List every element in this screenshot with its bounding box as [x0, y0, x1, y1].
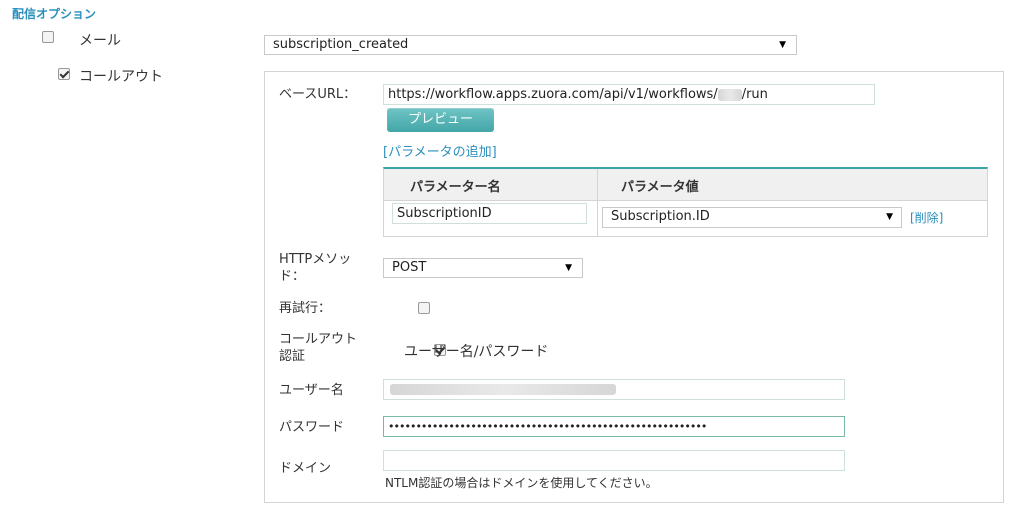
table-header: パラメーター名 パラメータ値 [384, 169, 987, 200]
column-header-param-value: パラメータ値 [621, 180, 699, 195]
base-url-input[interactable]: https://workflow.apps.zuora.com/api/v1/w… [383, 84, 875, 105]
param-name-input[interactable]: SubscriptionID [392, 203, 587, 224]
column-divider [597, 169, 598, 237]
retry-checkbox[interactable] [418, 302, 431, 314]
http-method-select[interactable]: POST ▼ [383, 258, 583, 278]
param-value-select[interactable]: Subscription.ID ▼ [602, 207, 902, 228]
section-title: 配信オプション [12, 7, 97, 21]
callout-auth-label: コールアウト 認証 [279, 332, 358, 364]
http-method-value: POST [392, 260, 427, 275]
callout-checkbox[interactable] [58, 68, 71, 80]
username-label: ユーザー名 [279, 383, 344, 398]
username-input[interactable] [383, 379, 845, 400]
email-label: メール [79, 33, 121, 49]
add-parameter-link[interactable]: [パラメータの追加] [383, 141, 497, 160]
row-divider [384, 200, 987, 201]
column-header-param-name: パラメーター名 [410, 180, 501, 195]
event-select-value: subscription_created [273, 37, 409, 52]
domain-input[interactable] [383, 450, 845, 471]
chevron-down-icon: ▼ [779, 40, 786, 50]
param-value-select-value: Subscription.ID [611, 209, 710, 224]
password-input[interactable]: ••••••••••••••••••••••••••••••••••••••••… [383, 416, 845, 437]
delete-parameter-link[interactable]: [削除] [910, 209, 943, 226]
auth-option-label: ユーザー名/パスワード [404, 344, 549, 360]
callout-panel [264, 71, 1004, 503]
preview-button[interactable]: プレビュー [387, 108, 494, 132]
http-method-label: HTTPメソッ ド： [279, 252, 352, 284]
parameters-table: パラメーター名 パラメータ値 SubscriptionID Subscripti… [383, 167, 988, 237]
password-label: パスワード [279, 420, 345, 435]
event-select[interactable]: subscription_created ▼ [264, 35, 797, 55]
email-checkbox[interactable] [42, 31, 54, 43]
retry-label: 再試行： [279, 301, 332, 316]
domain-label: ドメイン [279, 461, 332, 476]
base-url-label: ベースURL： [279, 87, 357, 102]
base-url-prefix: https://workflow.apps.zuora.com/api/v1/w… [388, 87, 718, 102]
redacted-username [390, 384, 616, 395]
chevron-down-icon: ▼ [886, 212, 893, 222]
redacted-workflow-id [717, 88, 742, 101]
callout-label: コールアウト [79, 69, 163, 85]
chevron-down-icon: ▼ [565, 263, 572, 273]
domain-hint: NTLM認証の場合はドメインを使用してください。 [385, 476, 658, 490]
base-url-suffix: /run [741, 87, 768, 102]
